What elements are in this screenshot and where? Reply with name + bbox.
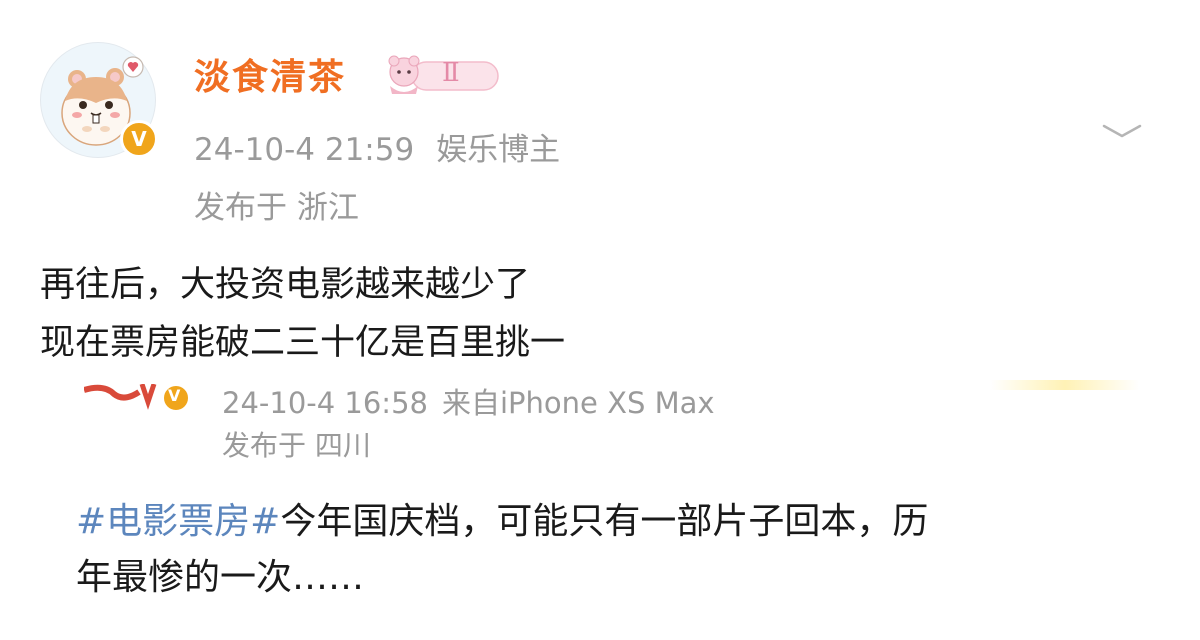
quoted-avatar[interactable]: V — [84, 384, 194, 412]
post-line: 现在票房能破二三十亿是百里挑一 — [40, 323, 566, 363]
quoted-timestamp: 24-10-4 16:58 — [222, 386, 428, 420]
quoted-verified-badge: V — [168, 386, 181, 405]
image-edge-highlight — [990, 380, 1140, 390]
post-line: 再往后，大投资电影越来越少了 — [40, 265, 531, 305]
chevron-down-icon[interactable] — [1100, 124, 1144, 138]
quoted-text: 今年国庆档，可能只有一部片子回本，历 — [280, 501, 929, 542]
hashtag-link[interactable]: #电影票房# — [76, 501, 280, 542]
verified-v-badge-icon: V — [120, 120, 158, 158]
quoted-meta-line: 24-10-4 16:58 来自iPhone XS Max — [222, 380, 715, 422]
quoted-source: 来自iPhone XS Max — [441, 386, 715, 420]
level-badge-text: Ⅱ — [442, 58, 460, 88]
pink-bear-level-badge-icon[interactable]: Ⅱ — [382, 52, 502, 98]
user-role-label: 娱乐博主 — [436, 132, 561, 168]
quoted-line-1: #电影票房#今年国庆档，可能只有一部片子回本，历 — [76, 494, 1156, 550]
post-timestamp[interactable]: 24-10-4 21:59 — [194, 132, 414, 168]
post-body: 再往后，大投资电影越来越少了 现在票房能破二三十亿是百里挑一 — [40, 256, 565, 372]
quoted-body: #电影票房#今年国庆档，可能只有一部片子回本，历 年最惨的一次…… — [76, 494, 1156, 606]
quoted-line-2: 年最惨的一次…… — [76, 557, 365, 598]
post-location: 发布于 浙江 — [194, 190, 359, 226]
quoted-location: 发布于 四川 — [222, 429, 371, 462]
username-link[interactable]: 淡食清茶 — [194, 48, 346, 100]
post-meta-line: 24-10-4 21:59 娱乐博主 — [194, 124, 560, 169]
